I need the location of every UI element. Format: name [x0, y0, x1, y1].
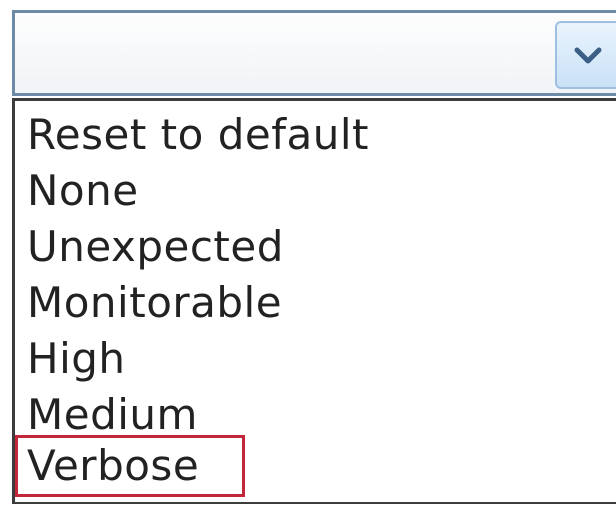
option-medium[interactable]: Medium: [15, 389, 198, 441]
option-monitorable[interactable]: Monitorable: [15, 277, 282, 329]
dropdown-list: Reset to default None Unexpected Monitor…: [12, 98, 616, 504]
log-level-combobox[interactable]: [12, 10, 616, 96]
option-reset-to-default[interactable]: Reset to default: [15, 109, 369, 161]
option-high[interactable]: High: [15, 333, 126, 385]
chevron-down-icon: [574, 47, 602, 64]
option-verbose[interactable]: Verbose: [15, 435, 245, 497]
dropdown-toggle-button[interactable]: [555, 21, 616, 89]
option-none[interactable]: None: [15, 165, 139, 217]
option-unexpected[interactable]: Unexpected: [15, 221, 284, 273]
